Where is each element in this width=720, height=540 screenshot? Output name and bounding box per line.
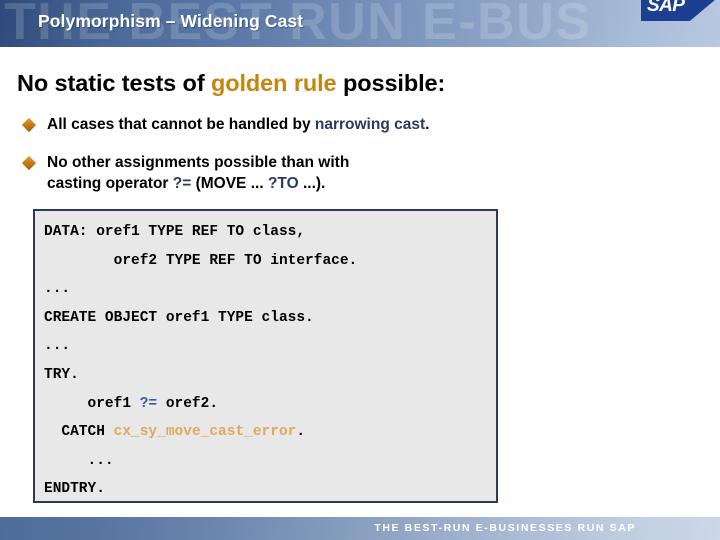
sap-logo-text: SAP (647, 0, 685, 16)
page-heading: No static tests of golden rule possible: (17, 70, 445, 97)
code-sample-text: DATA: oref1 TYPE REF TO class, oref2 TYP… (44, 218, 357, 504)
footer-tagline: THE BEST-RUN E-BUSINESSES RUN SAP (374, 522, 636, 534)
code-line-6: TRY. (44, 366, 79, 383)
slide-footer-band: THE BEST-RUN E-BUSINESSES RUN SAP (0, 517, 720, 540)
heading-text-part2: possible: (336, 70, 446, 96)
code-line-8-pre: CATCH (44, 424, 114, 441)
slide-title: Polymorphism – Widening Cast (38, 11, 304, 31)
bullet-2-part3: ...). (298, 175, 326, 192)
diamond-bullet-icon (21, 155, 37, 171)
code-exception-class: cx_sy_move_cast_error (113, 424, 297, 441)
code-line-4: CREATE OBJECT oref1 TYPE class. (44, 309, 314, 326)
slide-header-band: THE BEST RUN E-BUS Polymorphism – Wideni… (0, 0, 720, 47)
bullet-1-part1: All cases that cannot be handled by (47, 116, 315, 133)
code-line-7-pre: oref1 (44, 395, 140, 412)
code-line-7-post: oref2. (157, 395, 219, 412)
bullet-2-part2: (MOVE ... (191, 175, 268, 192)
code-line-8-post: . (296, 424, 306, 441)
bullet-item-2: No other assignments possible than with … (21, 152, 349, 194)
bullet-item-1-text: All cases that cannot be handled by narr… (47, 114, 429, 135)
code-line-10: ENDTRY. (44, 481, 105, 498)
sap-logo: SAP ™ (641, 0, 715, 21)
diamond-bullet-icon (21, 117, 37, 133)
slide-content-area: No static tests of golden rule possible:… (0, 47, 720, 517)
bullet-2-highlight-qto: ?TO (267, 175, 299, 192)
code-line-2: oref2 TYPE REF TO interface. (44, 252, 358, 269)
code-line-1: DATA: oref1 TYPE REF TO class, (44, 224, 306, 240)
code-sample-box: DATA: oref1 TYPE REF TO class, oref2 TYP… (33, 209, 498, 503)
code-cast-operator: ?= (139, 395, 158, 412)
code-line-9: ... (44, 452, 114, 469)
bullet-item-2-text: No other assignments possible than with … (47, 152, 349, 194)
heading-text-part1: No static tests of (17, 70, 211, 96)
bullet-1-highlight-narrowing-cast: narrowing cast (314, 116, 426, 133)
bullet-2-highlight-cast-operator: ?= (172, 175, 192, 192)
bullet-item-1: All cases that cannot be handled by narr… (21, 114, 429, 135)
bullet-1-part2: . (425, 116, 430, 133)
code-line-3: ... (44, 281, 71, 298)
code-line-5: ... (44, 338, 71, 355)
heading-highlight-golden-rule: golden rule (210, 70, 337, 96)
